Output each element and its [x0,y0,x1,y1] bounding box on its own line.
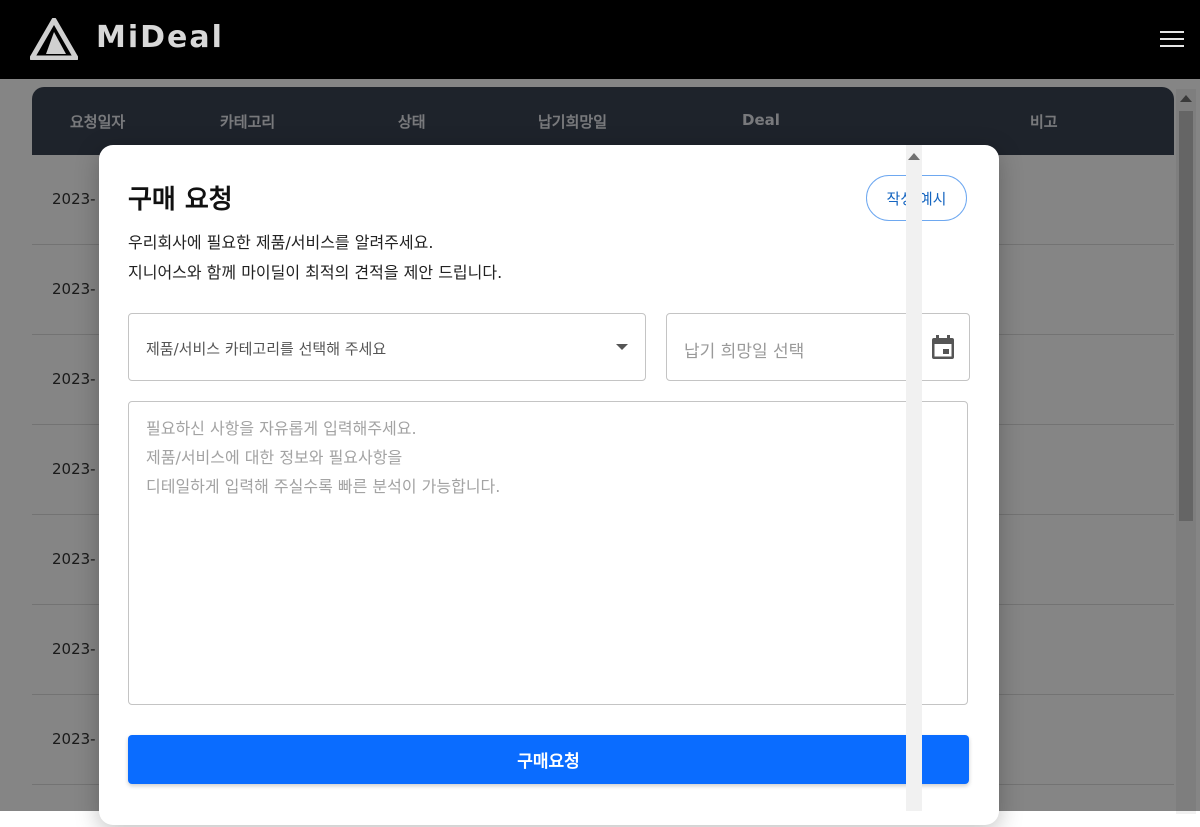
chevron-down-icon [616,344,628,350]
category-select[interactable]: 제품/서비스 카테고리를 선택해 주세요 [128,313,646,381]
logo-icon [30,18,78,60]
scroll-up-arrow-icon[interactable] [908,153,920,160]
calendar-icon[interactable] [931,334,955,360]
category-select-placeholder: 제품/서비스 카테고리를 선택해 주세요 [146,340,387,358]
purchase-request-submit-button[interactable]: 구매요청 [128,735,969,784]
hamburger-menu-icon[interactable] [1160,31,1184,49]
purchase-request-modal: 구매 요청 작성 예시 우리회사에 필요한 제품/서비스를 알려주세요. 지니어… [99,145,999,825]
logo-text: MiDeal [96,20,224,55]
modal-title: 구매 요청 [128,185,233,215]
textarea-placeholder-line: 디테일하게 입력해 주실수록 빠른 분석이 가능합니다. [146,477,501,496]
modal-scrollbar[interactable] [906,145,922,811]
textarea-placeholder-line: 제품/서비스에 대한 정보와 필요사항을 [146,448,403,467]
modal-description-line: 지니어스와 함께 마이딜이 최적의 견적을 제안 드립니다. [128,263,503,282]
top-bar: MiDeal [0,0,1200,79]
textarea-placeholder-line: 필요하신 사항을 자유롭게 입력해주세요. [146,419,417,438]
modal-description-line: 우리회사에 필요한 제품/서비스를 알려주세요. [128,233,434,252]
due-date-placeholder: 납기 희망일 선택 [684,342,805,362]
due-date-picker[interactable]: 납기 희망일 선택 [666,313,970,381]
